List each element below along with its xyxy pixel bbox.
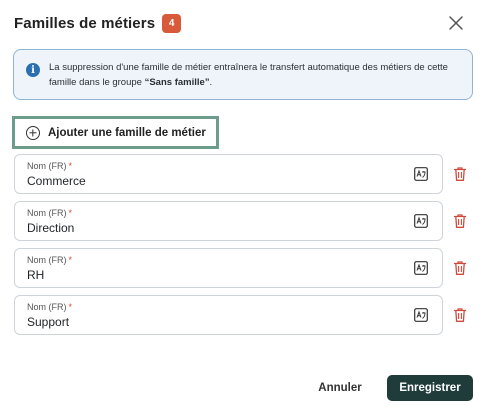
trash-icon[interactable]	[453, 213, 467, 229]
plus-circle-icon	[26, 125, 40, 140]
family-name-value: Commerce	[27, 174, 86, 188]
required-mark: *	[68, 255, 73, 265]
family-name-field[interactable]: Nom (FR) * Support	[14, 295, 443, 335]
info-banner: i La suppression d'une famille de métier…	[13, 49, 473, 100]
add-family-label: Ajouter une famille de métier	[48, 126, 206, 139]
required-mark: *	[68, 161, 73, 171]
dialog-title: Familles de métiers	[14, 14, 156, 32]
required-mark: *	[68, 302, 73, 312]
field-label: Nom (FR) *	[27, 161, 73, 171]
family-name-field[interactable]: Nom (FR) * Direction	[14, 201, 443, 241]
family-name-value: Direction	[27, 221, 75, 235]
family-row: Nom (FR) * Direction	[14, 201, 474, 241]
family-name-field[interactable]: Nom (FR) * Commerce	[14, 154, 443, 194]
save-button[interactable]: Enregistrer	[387, 375, 473, 401]
family-name-value: RH	[27, 268, 45, 282]
add-family-button[interactable]: Ajouter une famille de métier	[12, 116, 219, 149]
trash-icon[interactable]	[453, 260, 467, 276]
family-row: Nom (FR) * Support	[14, 295, 474, 335]
required-mark: *	[68, 208, 73, 218]
field-label: Nom (FR) *	[27, 208, 73, 218]
field-label: Nom (FR) *	[27, 302, 73, 312]
dialog-header: Familles de métiers 4	[14, 12, 470, 34]
count-badge: 4	[162, 13, 182, 33]
info-icon: i	[26, 63, 40, 77]
trash-icon[interactable]	[453, 166, 467, 182]
translate-icon[interactable]	[414, 261, 428, 275]
field-label: Nom (FR) *	[27, 255, 73, 265]
close-icon[interactable]	[445, 12, 467, 34]
family-row: Nom (FR) * Commerce	[14, 154, 474, 194]
translate-icon[interactable]	[414, 308, 428, 322]
trash-icon[interactable]	[453, 307, 467, 323]
info-text: La suppression d'une famille de métier e…	[49, 62, 448, 88]
family-name-value: Support	[27, 315, 70, 329]
translate-icon[interactable]	[414, 214, 428, 228]
translate-icon[interactable]	[414, 167, 428, 181]
family-row: Nom (FR) * RH	[14, 248, 474, 288]
cancel-button[interactable]: Annuler	[311, 376, 369, 400]
group-name: “Sans famille”	[144, 77, 210, 88]
family-name-field[interactable]: Nom (FR) * RH	[14, 248, 443, 288]
